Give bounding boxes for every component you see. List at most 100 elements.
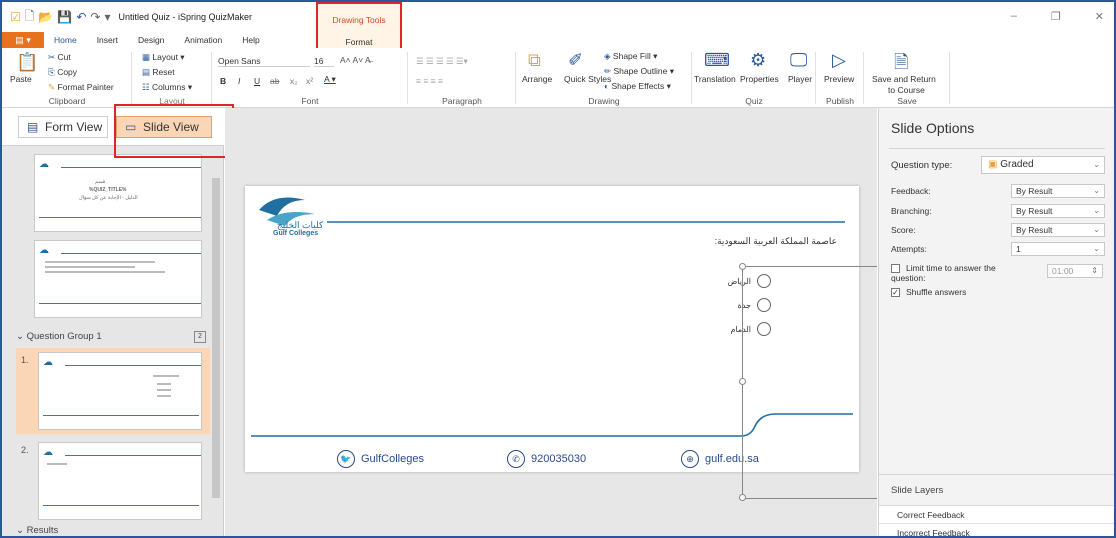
attempts-select[interactable]: 1 ⌄: [1011, 242, 1105, 256]
question-group-label: Question Group 1: [26, 331, 102, 342]
italic-icon[interactable]: I: [238, 76, 240, 86]
form-view-button[interactable]: ▤ Form View: [18, 116, 108, 138]
grow-font-icon[interactable]: A˄ A˅ A̶: [340, 55, 371, 65]
format-painter-button[interactable]: ✎ Format Painter: [48, 82, 114, 93]
shuffle-checkbox[interactable]: ✓: [891, 288, 900, 298]
restore-icon[interactable]: ❐: [1051, 10, 1061, 23]
shape-effects-button[interactable]: ◐ Shape Effects ▾: [604, 81, 671, 92]
slides-scrollbar[interactable]: [210, 156, 222, 526]
time-limit-input[interactable]: 01:00 ⇕: [1047, 264, 1103, 278]
answer-label: جدة: [737, 300, 751, 310]
bullets-icon[interactable]: ☰ ☰ ☰ ☰ ☰▾: [416, 56, 468, 67]
radio-button[interactable]: [757, 322, 771, 336]
cut-label: Cut: [57, 52, 71, 62]
tab-design[interactable]: Design: [128, 35, 174, 45]
clipboard-label: Clipboard: [48, 96, 86, 106]
save-icon[interactable]: 💾: [57, 10, 72, 24]
new-icon[interactable]: 🗋: [25, 7, 35, 28]
drawing-group: ⧉ Arrange ✐ Quick Styles ◈ Shape Fill ▾ …: [516, 48, 692, 108]
align-icon[interactable]: ≡ ≡ ≡ ≡: [416, 76, 443, 86]
tab-insert[interactable]: Insert: [87, 35, 128, 45]
undo-icon[interactable]: ↶: [76, 10, 86, 24]
selection-frame-top: [742, 266, 877, 267]
close-icon[interactable]: ✕: [1095, 10, 1104, 23]
form-view-label: Form View: [45, 120, 103, 134]
resize-handle-middle[interactable]: [739, 378, 746, 385]
limit-time-row[interactable]: Limit time to answer the question:: [891, 263, 1031, 283]
limit-time-checkbox[interactable]: [891, 264, 900, 274]
question-text[interactable]: عاصمة المملكة العربية السعودية:: [715, 236, 837, 247]
tab-format[interactable]: Format: [318, 37, 400, 47]
question-group-header[interactable]: ⌄ Question Group 1 2: [16, 328, 210, 346]
layer-correct-feedback[interactable]: Correct Feedback: [879, 505, 1114, 523]
translation-button[interactable]: Translation: [694, 74, 736, 84]
slide-editor: كليات الخليج Gulf Colleges عاصمة المملكة…: [245, 186, 859, 472]
branching-select[interactable]: By Result ⌄: [1011, 204, 1105, 218]
reset-button[interactable]: ▤ Reset: [142, 67, 175, 78]
tab-home[interactable]: Home: [44, 35, 87, 45]
bold-icon[interactable]: B: [220, 76, 226, 86]
results-header[interactable]: ⌄ Results: [16, 522, 210, 536]
radio-button[interactable]: [757, 298, 771, 312]
preview-icon: ▷: [832, 50, 846, 70]
score-select[interactable]: By Result ⌄: [1011, 223, 1105, 237]
shuffle-row[interactable]: ✓ Shuffle answers: [891, 287, 966, 298]
redo-icon[interactable]: ↷: [90, 10, 100, 24]
properties-button[interactable]: Properties: [740, 74, 779, 84]
layer-incorrect-feedback[interactable]: Incorrect Feedback: [879, 523, 1114, 536]
shape-fill-button[interactable]: ◈ Shape Fill ▾: [604, 51, 657, 62]
slide-layers-title: Slide Layers: [891, 485, 944, 496]
slide-thumbnail-1[interactable]: 1. ☁: [21, 352, 202, 430]
subscript-icon[interactable]: x₂: [290, 76, 298, 86]
resize-handle-top[interactable]: [739, 263, 746, 270]
save-return-button[interactable]: Save and Return: [872, 74, 936, 84]
arrange-button[interactable]: Arrange: [522, 74, 552, 84]
radio-button[interactable]: [757, 274, 771, 288]
font-name-select[interactable]: Open Sans: [218, 56, 310, 67]
question-type-select[interactable]: ▣ Graded ⌄: [981, 156, 1105, 174]
resize-handle-bottom[interactable]: [739, 494, 746, 501]
shape-outline-button[interactable]: ✏ Shape Outline ▾: [604, 66, 674, 77]
title-bar: ☑ 🗋 📂 💾 ↶ ↷ ▾ Untitled Quiz - iSpring Qu…: [2, 2, 1114, 32]
properties-icon: ⚙: [750, 50, 767, 70]
to-course-label: to Course: [888, 85, 925, 95]
slide-number: 1.: [21, 355, 29, 365]
customize-qat-icon[interactable]: ▾: [104, 10, 110, 24]
paste-icon[interactable]: 📋: [16, 52, 38, 73]
underline-icon[interactable]: U: [254, 76, 260, 86]
footer-web-text: gulf.edu.sa: [705, 453, 759, 465]
layout-button[interactable]: ▦ Layout ▾: [142, 52, 185, 63]
strikethrough-icon[interactable]: ab: [270, 76, 279, 86]
window-controls: – ❐ ✕: [1011, 10, 1104, 23]
arrange-icon: ⧉: [528, 50, 541, 70]
drawing-tools-label: Drawing Tools: [332, 15, 386, 25]
answer-option-3[interactable]: الدمام: [730, 322, 771, 336]
scrollbar-thumb[interactable]: [212, 178, 220, 498]
slide-thumbnail-instructions[interactable]: ☁: [34, 240, 202, 318]
superscript-icon[interactable]: x²: [306, 76, 313, 86]
player-button[interactable]: Player: [788, 74, 812, 84]
divider: [889, 148, 1105, 149]
tab-help[interactable]: Help: [232, 35, 269, 45]
font-size-select[interactable]: 16: [314, 56, 334, 67]
paste-button[interactable]: Paste: [10, 74, 32, 84]
tab-animation[interactable]: Animation: [174, 35, 232, 45]
paragraph-group-label: Paragraph: [442, 96, 482, 106]
slide-thumbnail-intro[interactable]: ☁ قسم %QUIZ_TITLE% الدليل - الإجابة عن ك…: [34, 154, 202, 232]
thumb-logo-icon: ☁: [39, 159, 49, 170]
slide-thumbnail-2[interactable]: 2. ☁: [21, 442, 202, 520]
minimize-icon[interactable]: –: [1011, 10, 1017, 23]
feedback-select[interactable]: By Result ⌄: [1011, 184, 1105, 198]
answer-option-1[interactable]: الرياض: [728, 274, 771, 288]
open-icon[interactable]: 📂: [38, 10, 53, 24]
branching-value: By Result: [1016, 206, 1053, 216]
app-menu-icon[interactable]: ☑: [10, 10, 21, 24]
columns-button[interactable]: ☷ Columns ▾: [142, 82, 192, 93]
font-color-icon[interactable]: A ▾: [324, 74, 336, 85]
cut-button[interactable]: ✂ Cut: [48, 52, 71, 63]
columns-icon: ☷: [142, 82, 150, 92]
chevron-down-icon: ⌄: [1093, 225, 1100, 234]
copy-button[interactable]: ⎘ Copy: [48, 67, 77, 78]
preview-button[interactable]: Preview: [824, 74, 854, 84]
file-tab[interactable]: ▤ ▾: [2, 32, 44, 48]
